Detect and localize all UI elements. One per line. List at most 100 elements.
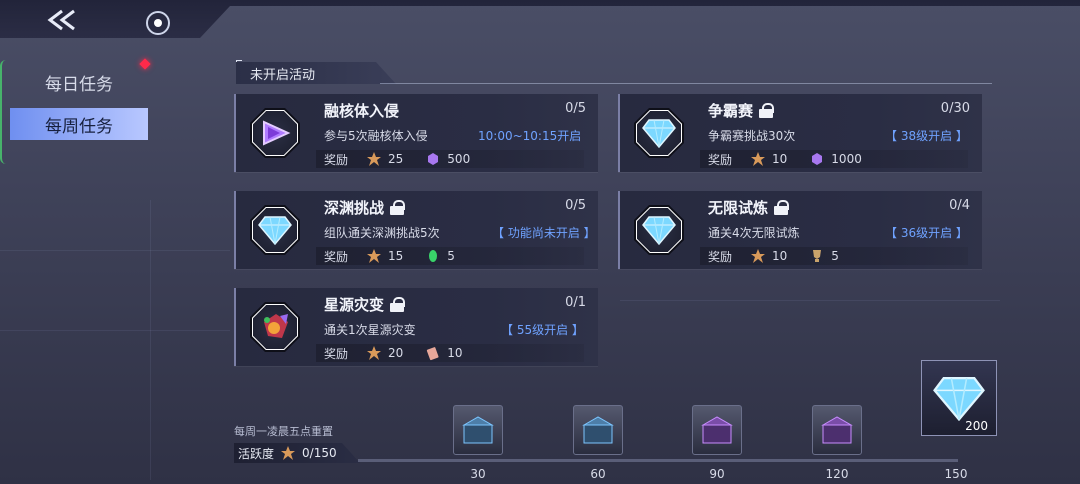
reward-row: 奖励 20 10	[316, 344, 584, 362]
ticket-icon	[427, 347, 439, 361]
bg-decor-line	[150, 200, 151, 480]
section-title: 未开启活动	[236, 62, 396, 84]
reward-amount: 500	[447, 152, 471, 166]
activity-value: 0/150	[302, 446, 337, 460]
reward-amount: 15	[388, 249, 404, 263]
card-title: 星源灾变	[324, 294, 406, 315]
activity-card[interactable]: 星源灾变 0/1 通关1次星源灾变 【 55级开启 】 奖励 20 10	[234, 288, 598, 366]
reward-row: 奖励 10 1000	[700, 150, 968, 168]
card-progress: 0/4	[949, 198, 970, 213]
card-desc: 通关1次星源灾变	[324, 323, 416, 337]
crystal-icon	[812, 153, 823, 165]
card-title: 争霸赛	[708, 100, 775, 121]
milestone-value: 60	[590, 467, 606, 481]
reward-chest-button[interactable]	[573, 405, 623, 455]
card-icon-frame	[250, 302, 300, 352]
card-status: 【 功能尚未开启 】	[492, 226, 596, 240]
reset-note: 每周一凌晨五点重置	[234, 425, 333, 438]
bg-decor-line	[0, 330, 230, 331]
activity-progress-bar	[358, 459, 958, 462]
reward-amount: 1000	[831, 152, 862, 166]
card-icon-frame	[634, 108, 684, 158]
final-reward-button[interactable]: 200	[921, 360, 997, 436]
tab-weekly-tasks[interactable]: 每周任务	[10, 108, 148, 140]
medal-icon	[751, 152, 766, 166]
final-reward-count: 200	[965, 419, 988, 433]
reward-chest-button[interactable]	[453, 405, 503, 455]
tab-label: 每日任务	[45, 74, 113, 95]
reward-amount: 20	[388, 346, 404, 360]
reward-amount: 5	[831, 249, 839, 263]
card-title: 深渊挑战	[324, 197, 406, 218]
trophy-icon	[813, 250, 822, 262]
card-status: 【 38级开启 】	[885, 129, 968, 143]
card-desc: 争霸赛挑战30次	[708, 129, 796, 143]
card-progress: 0/30	[940, 101, 970, 116]
home-button[interactable]	[146, 11, 170, 35]
milestone-value: 120	[825, 467, 849, 481]
activity-card[interactable]: 无限试炼 0/4 通关4次无限试炼 【 36级开启 】 奖励 10 5	[618, 191, 982, 269]
reward-label: 奖励	[708, 249, 733, 264]
activity-card[interactable]: 深渊挑战 0/5 组队通关深渊挑战5次 【 功能尚未开启 】 奖励 15 5	[234, 191, 598, 269]
lock-icon	[390, 297, 406, 312]
activity-label: 活跃度	[238, 446, 275, 461]
bg-decor-line	[620, 300, 1000, 301]
card-progress: 0/5	[565, 198, 586, 213]
diamond-icon	[933, 376, 985, 421]
back-button[interactable]	[36, 6, 88, 34]
medal-icon	[751, 249, 766, 263]
lock-icon	[774, 200, 790, 215]
milestone: 120	[812, 405, 862, 481]
card-desc: 组队通关深渊挑战5次	[324, 226, 440, 240]
card-progress: 0/1	[565, 295, 586, 310]
card-title: 无限试炼	[708, 197, 790, 218]
card-icon-frame	[250, 108, 300, 158]
star-core-icon	[264, 314, 288, 338]
tab-label: 每周任务	[45, 116, 113, 137]
milestone-value: 150	[944, 467, 968, 481]
reward-amount: 10	[772, 249, 788, 263]
card-icon-frame	[634, 205, 684, 255]
medal-icon	[367, 152, 382, 166]
reward-label: 奖励	[324, 346, 349, 361]
section-divider	[380, 83, 992, 84]
milestone-value: 90	[709, 467, 725, 481]
tab-daily-tasks[interactable]: 每日任务	[10, 66, 148, 98]
diamond-icon	[642, 119, 676, 148]
green-gem-icon	[429, 250, 438, 262]
lock-icon	[390, 200, 406, 215]
reward-row: 奖励 10 5	[700, 247, 968, 265]
purple-chest-icon	[821, 416, 853, 444]
diamond-icon	[642, 216, 676, 245]
card-status: 【 55级开启 】	[501, 323, 584, 337]
activity-card[interactable]: 争霸赛 0/30 争霸赛挑战30次 【 38级开启 】 奖励 10 1000	[618, 94, 982, 172]
card-icon-frame	[250, 205, 300, 255]
reward-row: 奖励 15 5	[316, 247, 584, 265]
card-progress: 0/5	[565, 101, 586, 116]
double-chevron-left-icon	[47, 9, 75, 31]
crystal-icon	[428, 153, 439, 165]
task-sidebar: 每日任务 每周任务	[0, 60, 148, 164]
medal-icon	[367, 346, 382, 360]
reward-label: 奖励	[708, 152, 733, 167]
bg-decor-line	[0, 250, 230, 251]
reward-amount: 25	[388, 152, 404, 166]
fusion-core-icon	[263, 120, 291, 146]
reward-chest-button[interactable]	[812, 405, 862, 455]
blue-chest-icon	[582, 416, 614, 444]
card-desc: 参与5次融核体入侵	[324, 129, 428, 143]
medal-icon	[281, 446, 296, 460]
purple-chest-icon	[701, 416, 733, 444]
milestone: 30	[453, 405, 503, 481]
reward-chest-button[interactable]	[692, 405, 742, 455]
section-title-text: 未开启活动	[250, 67, 316, 83]
card-title: 融核体入侵	[324, 102, 400, 120]
reward-amount: 10	[447, 346, 463, 360]
lock-icon	[759, 103, 775, 118]
medal-icon	[367, 249, 382, 263]
card-status: 10:00~10:15开启	[478, 129, 582, 143]
reward-row: 奖励 25 500	[316, 150, 584, 168]
card-desc: 通关4次无限试炼	[708, 226, 800, 240]
activity-card[interactable]: 融核体入侵 0/5 参与5次融核体入侵 10:00~10:15开启 奖励 25 …	[234, 94, 598, 172]
milestone: 90	[692, 405, 742, 481]
